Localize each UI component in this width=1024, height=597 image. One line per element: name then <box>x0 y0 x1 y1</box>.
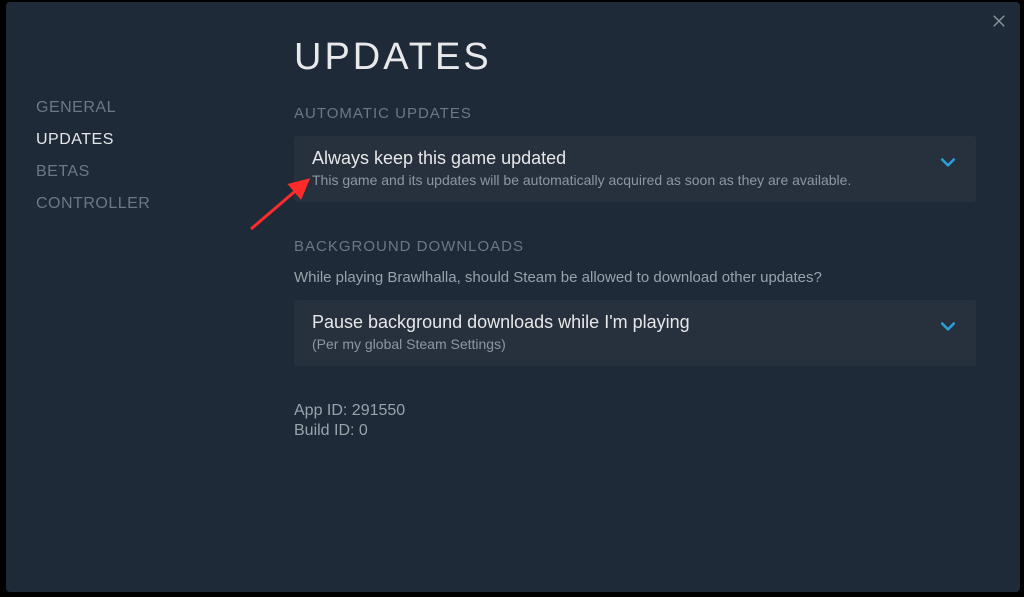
content-pane: UPDATES AUTOMATIC UPDATES Always keep th… <box>254 2 1020 592</box>
sidebar-item-label: BETAS <box>36 163 90 180</box>
automatic-updates-dropdown[interactable]: Always keep this game updated This game … <box>294 136 976 202</box>
app-id-text: App ID: 291550 <box>294 402 976 420</box>
section-header-background-downloads: BACKGROUND DOWNLOADS <box>294 238 976 255</box>
dropdown-label: Pause background downloads while I'm pla… <box>312 312 926 333</box>
dropdown-sub: (Per my global Steam Settings) <box>312 336 926 352</box>
sidebar-item-updates[interactable]: UPDATES <box>6 124 254 156</box>
sidebar-item-label: CONTROLLER <box>36 195 150 212</box>
sidebar: GENERAL UPDATES BETAS CONTROLLER <box>6 2 254 592</box>
dropdown-text: Always keep this game updated This game … <box>312 148 926 188</box>
page-title: UPDATES <box>294 36 976 79</box>
chevron-down-icon <box>938 152 958 172</box>
dropdown-text: Pause background downloads while I'm pla… <box>312 312 926 352</box>
dropdown-sub: This game and its updates will be automa… <box>312 172 926 188</box>
section-desc-background-downloads: While playing Brawlhalla, should Steam b… <box>294 269 976 286</box>
section-header-automatic-updates: AUTOMATIC UPDATES <box>294 105 976 122</box>
background-downloads-dropdown[interactable]: Pause background downloads while I'm pla… <box>294 300 976 366</box>
sidebar-item-betas[interactable]: BETAS <box>6 156 254 188</box>
sidebar-item-label: UPDATES <box>36 131 114 148</box>
close-button[interactable] <box>990 12 1008 30</box>
dropdown-label: Always keep this game updated <box>312 148 926 169</box>
build-id-text: Build ID: 0 <box>294 422 976 440</box>
properties-dialog: GENERAL UPDATES BETAS CONTROLLER UPDATES… <box>6 2 1020 592</box>
chevron-down-icon <box>938 316 958 336</box>
sidebar-item-controller[interactable]: CONTROLLER <box>6 188 254 220</box>
sidebar-item-general[interactable]: GENERAL <box>6 92 254 124</box>
sidebar-item-label: GENERAL <box>36 99 116 116</box>
close-icon <box>990 12 1008 30</box>
